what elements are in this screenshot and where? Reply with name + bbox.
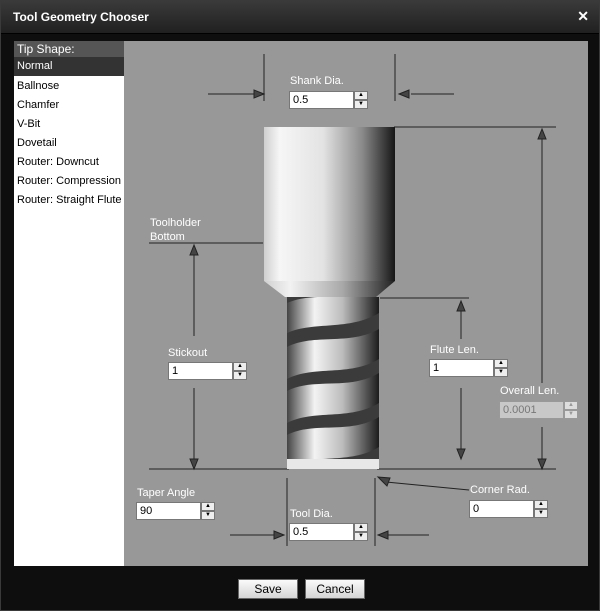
shank-dia-input[interactable] [289, 91, 354, 109]
tool-shank [264, 127, 395, 281]
tool-dia-input[interactable] [289, 523, 354, 541]
tip-shape-item-dovetail[interactable]: Dovetail [14, 134, 124, 153]
flute-len-stepper: ▲ ▼ [429, 359, 508, 377]
arrow-down-icon[interactable]: ▼ [534, 509, 548, 518]
tip-shape-list: Tip Shape: Normal Ballnose Chamfer V-Bit… [14, 41, 124, 566]
arrow-down-icon[interactable]: ▼ [233, 371, 247, 380]
arrow-down-icon[interactable]: ▼ [354, 100, 368, 109]
shank-dia-label: Shank Dia. [290, 75, 344, 87]
tip-shape-item-router-compression[interactable]: Router: Compression [14, 172, 124, 191]
toolholder-bottom-label-line1: Toolholder [150, 217, 201, 229]
tool-dia-label: Tool Dia. [290, 508, 333, 520]
title-bar[interactable]: Tool Geometry Chooser ✕ [1, 1, 599, 34]
tip-shape-item-normal[interactable]: Normal [14, 57, 124, 76]
tip-shape-item-router-straight-flute[interactable]: Router: Straight Flute [14, 191, 124, 210]
window-title: Tool Geometry Chooser [13, 10, 149, 24]
close-icon[interactable]: ✕ [577, 8, 589, 25]
corner-rad-stepper: ▲ ▼ [469, 500, 548, 518]
taper-angle-stepper: ▲ ▼ [136, 502, 215, 520]
arrow-down-icon[interactable]: ▼ [354, 532, 368, 541]
stickout-stepper: ▲ ▼ [168, 362, 247, 380]
overall-len-stepper: ▲ ▼ [499, 401, 578, 419]
flute-len-input[interactable] [429, 359, 494, 377]
overall-len-label: Overall Len. [500, 385, 560, 397]
arrow-up-icon: ▲ [564, 401, 578, 410]
geometry-canvas: Shank Dia. ▲ ▼ Toolholder Bottom Stickou… [124, 41, 588, 566]
toolholder-bottom-label-line2: Bottom [150, 231, 185, 243]
arrow-up-icon[interactable]: ▲ [354, 91, 368, 100]
arrow-up-icon[interactable]: ▲ [201, 502, 215, 511]
stickout-label: Stickout [168, 347, 208, 359]
tip-shape-item-chamfer[interactable]: Chamfer [14, 96, 124, 115]
arrow-up-icon[interactable]: ▲ [494, 359, 508, 368]
taper-angle-label: Taper Angle [137, 487, 196, 499]
arrow-up-icon[interactable]: ▲ [534, 500, 548, 509]
save-button[interactable]: Save [238, 579, 298, 599]
tip-shape-header: Tip Shape: [14, 41, 124, 57]
corner-rad-label: Corner Rad. [470, 484, 530, 496]
arrow-up-icon[interactable]: ▲ [354, 523, 368, 532]
tip-shape-item-ballnose[interactable]: Ballnose [14, 77, 124, 96]
corner-rad-input[interactable] [469, 500, 534, 518]
tool-taper [264, 281, 395, 297]
dialog-window: Tool Geometry Chooser ✕ Tip Shape: Norma… [0, 0, 600, 611]
tool-dia-stepper: ▲ ▼ [289, 523, 368, 541]
taper-angle-input[interactable] [136, 502, 201, 520]
tip-shape-item-router-downcut[interactable]: Router: Downcut [14, 153, 124, 172]
arrow-down-icon[interactable]: ▼ [494, 368, 508, 377]
arrow-down-icon: ▼ [564, 410, 578, 419]
arrow-up-icon[interactable]: ▲ [233, 362, 247, 371]
cancel-button[interactable]: Cancel [305, 579, 365, 599]
tip-shape-item-v-bit[interactable]: V-Bit [14, 115, 124, 134]
shank-dia-stepper: ▲ ▼ [289, 91, 368, 109]
arrow-down-icon[interactable]: ▼ [201, 511, 215, 520]
stickout-input[interactable] [168, 362, 233, 380]
overall-len-input [499, 401, 564, 419]
flute-len-label: Flute Len. [430, 344, 479, 356]
tool-flutes [287, 297, 379, 469]
